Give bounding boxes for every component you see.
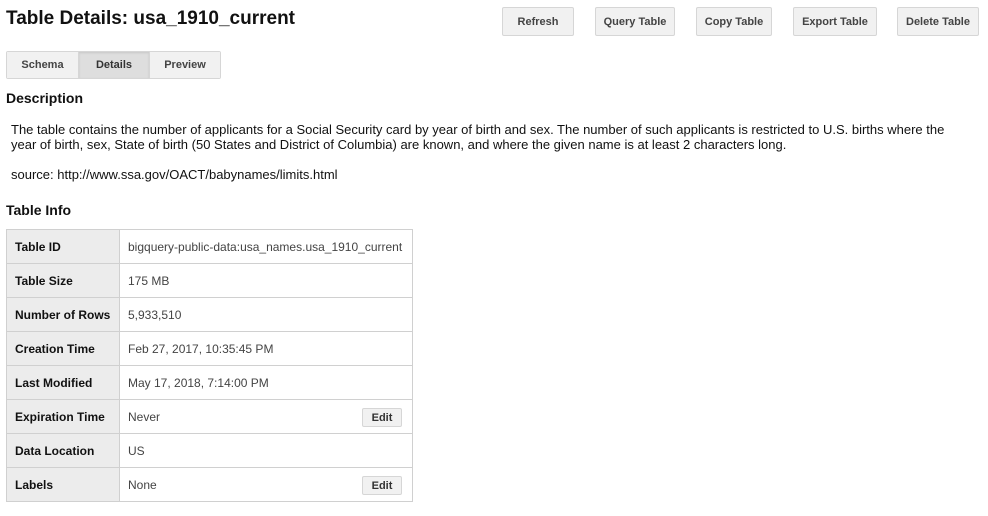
info-value: 5,933,510 — [119, 297, 413, 332]
query-table-button[interactable]: Query Table — [595, 7, 675, 36]
detail-tabs: Schema Details Preview — [6, 51, 221, 79]
info-value: May 17, 2018, 7:14:00 PM — [119, 365, 413, 400]
info-value: None — [128, 477, 157, 492]
table-row: Expiration Time Never Edit — [6, 399, 413, 434]
delete-table-button[interactable]: Delete Table — [897, 7, 979, 36]
refresh-button[interactable]: Refresh — [502, 7, 574, 36]
edit-expiration-button[interactable]: Edit — [362, 408, 402, 427]
info-key: Table ID — [6, 229, 120, 264]
table-row: Labels None Edit — [6, 467, 413, 502]
info-value: Never — [128, 409, 161, 424]
table-info: Table ID bigquery-public-data:usa_names.… — [6, 229, 413, 502]
info-value: bigquery-public-data:usa_names.usa_1910_… — [119, 229, 413, 264]
table-row: Last Modified May 17, 2018, 7:14:00 PM — [6, 365, 413, 400]
info-key: Creation Time — [6, 331, 120, 366]
tab-schema[interactable]: Schema — [7, 52, 78, 78]
description-heading: Description — [6, 90, 84, 106]
description-source: source: http://www.ssa.gov/OACT/babyname… — [11, 167, 338, 182]
edit-labels-button[interactable]: Edit — [362, 476, 402, 495]
info-key: Number of Rows — [6, 297, 120, 332]
info-value: 175 MB — [119, 263, 413, 298]
table-row: Number of Rows 5,933,510 — [6, 297, 413, 332]
info-key: Table Size — [6, 263, 120, 298]
table-row: Table Size 175 MB — [6, 263, 413, 298]
table-row: Table ID bigquery-public-data:usa_names.… — [6, 229, 413, 264]
info-key: Expiration Time — [6, 399, 120, 434]
info-value: US — [119, 433, 413, 468]
info-key: Last Modified — [6, 365, 120, 400]
tab-preview[interactable]: Preview — [149, 52, 220, 78]
info-value-cell: None Edit — [119, 467, 413, 502]
tab-details[interactable]: Details — [78, 52, 149, 78]
table-row: Creation Time Feb 27, 2017, 10:35:45 PM — [6, 331, 413, 366]
action-toolbar: Refresh Query Table Copy Table Export Ta… — [0, 7, 988, 36]
table-row: Data Location US — [6, 433, 413, 468]
export-table-button[interactable]: Export Table — [793, 7, 877, 36]
info-key: Labels — [6, 467, 120, 502]
table-info-heading: Table Info — [6, 202, 72, 218]
description-text: The table contains the number of applica… — [11, 122, 945, 152]
info-key: Data Location — [6, 433, 120, 468]
copy-table-button[interactable]: Copy Table — [696, 7, 772, 36]
info-value: Feb 27, 2017, 10:35:45 PM — [119, 331, 413, 366]
info-value-cell: Never Edit — [119, 399, 413, 434]
